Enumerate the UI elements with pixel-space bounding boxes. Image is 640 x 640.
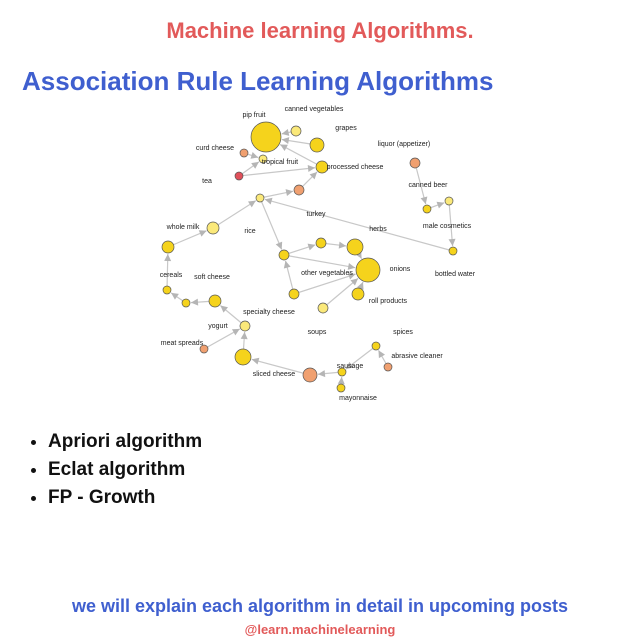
rule-node: [336, 383, 346, 393]
graph-edge: [259, 197, 283, 250]
rule-node: [250, 121, 282, 153]
graph-arrowhead: [337, 376, 345, 385]
graph-arrowhead: [281, 129, 290, 136]
rule-node: [239, 148, 249, 158]
graph-arrowhead: [251, 161, 259, 169]
graph-label-roll-products: roll products: [369, 298, 408, 305]
graph-label-grapes: grapes: [335, 125, 357, 132]
rule-node: [234, 171, 244, 181]
rule-node: [317, 302, 329, 314]
graph-arrowhead: [264, 197, 273, 205]
rule-node: [315, 237, 327, 249]
rule-node: [409, 157, 421, 169]
graph-label-canned-beer: canned beer: [409, 182, 449, 189]
association-graph: pip fruit canned vegetables grapes liquor (…: [160, 106, 476, 402]
graph-label-liquor-appetizer: liquor (appetizer): [378, 141, 431, 148]
rule-node: [234, 348, 252, 366]
graph-label-turkey: turkey: [306, 211, 326, 218]
graph-arrowhead: [338, 241, 347, 249]
rule-node: [208, 294, 222, 308]
graph-edge: [238, 167, 316, 177]
graph-arrowhead: [347, 263, 356, 270]
graph-label-sliced-cheese: sliced cheese: [253, 371, 296, 378]
graph-label-sausage: sausage: [337, 363, 364, 370]
graph-label-onions: onions: [390, 266, 411, 273]
footer-note: we will explain each algorithm in detail…: [71, 596, 569, 616]
rule-node: [346, 238, 364, 256]
graph-arrowhead: [283, 260, 291, 269]
graph-arrowhead: [248, 200, 256, 208]
rule-node: [278, 249, 290, 261]
graph-label-other-vegetables: other vegetables: [301, 270, 353, 277]
graph-label-soups: soups: [308, 329, 327, 336]
graph-arrowhead: [317, 370, 326, 378]
algorithm-item-eclat: Eclat algorithm: [48, 456, 202, 484]
graph-edge: [293, 273, 356, 295]
graph-arrowhead: [190, 298, 199, 306]
graph-arrowhead: [285, 189, 294, 197]
graph-arrowhead: [448, 238, 456, 247]
rule-node: [448, 246, 458, 256]
graph-nodes: [161, 121, 458, 393]
rule-node: [302, 367, 318, 383]
rule-node: [355, 257, 381, 283]
graph-label-cereals: cereals: [160, 272, 183, 279]
rule-node: [422, 204, 432, 214]
graph-arrowhead: [251, 357, 260, 365]
graph-label-mayonnaise: mayonnaise: [339, 395, 377, 402]
graph-label-pip-fruit: pip fruit: [243, 112, 266, 119]
rule-node: [309, 137, 325, 153]
rule-node: [255, 193, 265, 203]
graph-label-yogurt: yogurt: [208, 323, 228, 330]
graph-label-herbs: herbs: [369, 226, 387, 233]
footer-handle: @learn.machinelearning: [244, 622, 396, 637]
rule-node: [162, 285, 172, 295]
rule-node: [239, 320, 251, 332]
graph-arrowhead: [420, 196, 428, 205]
graph-arrowhead: [171, 292, 179, 300]
graph-label-spices: spices: [393, 329, 413, 336]
graph-label-tropical-fruit: tropical fruit: [262, 159, 298, 166]
algorithm-item-fp-growth: FP - Growth: [48, 484, 202, 512]
graph-label-male-cosmetics: male cosmetics: [423, 223, 472, 230]
rule-node: [181, 298, 191, 308]
graph-arrowhead: [281, 137, 290, 145]
rule-node: [206, 221, 220, 235]
graph-label-abrasive-cleaner: abrasive cleaner: [391, 353, 443, 360]
algorithm-list: Apriori algorithm Eclat algorithm FP - G…: [22, 428, 202, 512]
graph-label-whole-milk: whole milk: [166, 224, 200, 231]
graph-label-bottled-water: bottled water: [435, 271, 476, 278]
graph-arrowhead: [164, 253, 172, 262]
rule-node: [371, 341, 381, 351]
algorithm-item-apriori: Apriori algorithm: [48, 428, 202, 456]
graph-label-meat-spreads: meat spreads: [161, 340, 204, 347]
graph-label-canned-vegetables: canned vegetables: [285, 106, 344, 113]
graph-edge: [212, 200, 257, 229]
rule-node: [444, 196, 454, 206]
rule-node: [288, 288, 300, 300]
graph-arrowhead: [240, 331, 248, 340]
graph-label-tea: tea: [202, 178, 212, 185]
graph-arrowhead: [307, 165, 316, 172]
graph-label-specialty-cheese: specialty cheese: [243, 309, 295, 316]
graph-label-processed-cheese: processed cheese: [327, 164, 384, 171]
rule-node: [161, 240, 175, 254]
rule-node: [351, 287, 365, 301]
graph-label-curd-cheese: curd cheese: [196, 145, 234, 152]
graph-label-soft-cheese: soft cheese: [194, 274, 230, 281]
rule-node: [290, 125, 302, 137]
graph-edge: [283, 254, 356, 269]
rule-node: [293, 184, 305, 196]
graph-label-rice: rice: [244, 228, 255, 235]
graph-arrowhead: [307, 243, 316, 251]
rule-node: [383, 362, 393, 372]
